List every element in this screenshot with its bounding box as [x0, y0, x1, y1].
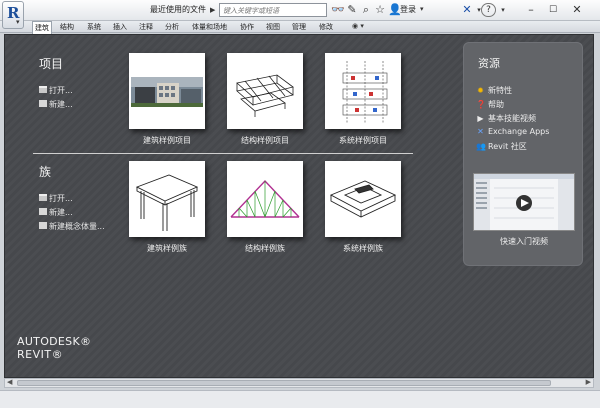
- video-preview-image: [474, 174, 574, 230]
- login-dropdown-icon[interactable]: ▾: [420, 5, 424, 13]
- exchange-x-icon: ✕: [477, 127, 484, 136]
- scroll-right-icon[interactable]: ▶: [586, 378, 591, 386]
- essential-skills-videos-link[interactable]: ▶ 基本技能视频: [476, 113, 536, 124]
- resources-title: 资源: [478, 57, 500, 70]
- tab-architecture[interactable]: 建筑: [32, 21, 52, 34]
- help-icon[interactable]: ?: [481, 3, 496, 17]
- tab-collaborate[interactable]: 协作: [238, 21, 256, 33]
- revit-window: 最近使用的文件 ▶ 键入关键字或短语 👓 ✎ ⌕ ☆ 👤 登录 ▾ ✕ ▾ ? …: [0, 0, 600, 408]
- architecture-sample-family-thumbnail[interactable]: [129, 161, 205, 237]
- binoculars-icon[interactable]: 👓: [331, 3, 345, 17]
- project-open-link[interactable]: 打开...: [39, 85, 73, 96]
- structure-sample-family-thumbnail[interactable]: [227, 161, 303, 237]
- recent-files-label: 最近使用的文件: [150, 5, 206, 14]
- getting-started-video-thumbnail[interactable]: [473, 173, 575, 231]
- systems-sample-project-label[interactable]: 系统样例项目: [313, 135, 413, 146]
- tab-manage[interactable]: 管理: [290, 21, 308, 33]
- structure-sample-project-thumbnail[interactable]: [227, 53, 303, 129]
- getting-started-video-label[interactable]: 快速入门视频: [464, 236, 584, 247]
- close-icon[interactable]: ✕: [570, 3, 584, 17]
- login-button[interactable]: 登录: [400, 4, 416, 15]
- maximize-icon[interactable]: ☐: [546, 3, 560, 17]
- horizontal-scrollbar[interactable]: ◀ ▶: [4, 378, 594, 388]
- whats-new-link[interactable]: ✹ 新特性: [476, 85, 512, 96]
- application-menu-button[interactable]: R ▾: [2, 1, 24, 29]
- recent-files-page: 项目 打开... 新建... 建筑样例项目 结构样例项目 系统样例项目 族 打开…: [4, 34, 594, 378]
- tab-massing-site[interactable]: 体量和场地: [190, 21, 229, 33]
- resources-panel: 资源 ✹ 新特性 ❓ 帮助 ▶ 基本技能视频 ✕ Exchange Apps 👥 Revi…: [463, 42, 583, 266]
- communication-icon[interactable]: ⌕: [359, 3, 373, 17]
- scrollbar-thumb[interactable]: [17, 380, 551, 386]
- scroll-left-icon[interactable]: ◀: [7, 378, 12, 386]
- tab-structure[interactable]: 结构: [58, 21, 76, 33]
- minimize-icon[interactable]: –: [524, 3, 538, 17]
- folder-open-icon: [39, 86, 47, 93]
- mep-systems-image: [325, 53, 401, 129]
- app-menu-dropdown-icon: ▾: [16, 18, 20, 26]
- exchange-apps-link[interactable]: ✕ Exchange Apps: [476, 127, 549, 136]
- tab-modify[interactable]: 修改: [317, 21, 335, 33]
- structure-sample-family-label[interactable]: 结构样例族: [215, 243, 315, 254]
- search-input[interactable]: 键入关键字或短语: [219, 3, 327, 17]
- architecture-sample-family-label[interactable]: 建筑样例族: [117, 243, 217, 254]
- new-document-icon: [39, 208, 47, 215]
- status-bar: [0, 390, 600, 408]
- community-icon: 👥: [476, 142, 486, 151]
- project-new-link[interactable]: 新建...: [39, 99, 73, 110]
- help-dropdown-icon[interactable]: ▾: [496, 3, 510, 17]
- ribbon-minimize-icon[interactable]: ◉ ▾: [352, 22, 364, 30]
- architecture-sample-project-thumbnail[interactable]: [129, 53, 205, 129]
- help-link[interactable]: ❓ 帮助: [476, 99, 504, 110]
- diffuser-model-image: [325, 161, 401, 237]
- projects-title: 项目: [39, 57, 64, 71]
- question-icon: ❓: [476, 100, 486, 109]
- table-model-image: [129, 161, 205, 237]
- structural-frame-image: [227, 53, 303, 129]
- search-expand-icon[interactable]: ▶: [210, 6, 215, 14]
- section-divider: [33, 153, 413, 154]
- folder-open-icon: [39, 194, 47, 201]
- favorites-star-icon[interactable]: ☆: [373, 3, 387, 17]
- architecture-sample-project-label[interactable]: 建筑样例项目: [117, 135, 217, 146]
- tab-systems[interactable]: 系统: [85, 21, 103, 33]
- new-document-icon: [39, 100, 47, 107]
- tab-analyze[interactable]: 分析: [163, 21, 181, 33]
- truss-model-image: [227, 161, 303, 237]
- new-mass-icon: [39, 222, 47, 229]
- ribbon-tab-bar: 建筑 结构 系统 插入 注释 分析 体量和场地 协作 视图 管理 修改 ◉ ▾: [0, 21, 600, 34]
- revit-logo: REVIT®: [17, 348, 64, 361]
- title-bar: 最近使用的文件 ▶ 键入关键字或短语 👓 ✎ ⌕ ☆ 👤 登录 ▾ ✕ ▾ ? …: [0, 0, 600, 21]
- tab-insert[interactable]: 插入: [111, 21, 129, 33]
- subscription-key-icon[interactable]: ✎: [345, 3, 359, 17]
- systems-sample-project-thumbnail[interactable]: [325, 53, 401, 129]
- revit-community-link[interactable]: 👥 Revit 社区: [476, 141, 527, 152]
- tab-annotate[interactable]: 注释: [137, 21, 155, 33]
- new-conceptual-mass-link[interactable]: 新建概念体量...: [39, 221, 105, 232]
- building-render-image: [129, 53, 205, 129]
- tab-view[interactable]: 视图: [264, 21, 282, 33]
- structure-sample-project-label[interactable]: 结构样例项目: [215, 135, 315, 146]
- autodesk-logo: AUTODESK®: [17, 335, 92, 348]
- systems-sample-family-label[interactable]: 系统样例族: [313, 243, 413, 254]
- family-new-link[interactable]: 新建...: [39, 207, 73, 218]
- family-open-link[interactable]: 打开...: [39, 193, 73, 204]
- play-icon: ▶: [477, 114, 484, 123]
- systems-sample-family-thumbnail[interactable]: [325, 161, 401, 237]
- sun-icon: ✹: [477, 86, 484, 95]
- families-title: 族: [39, 165, 52, 179]
